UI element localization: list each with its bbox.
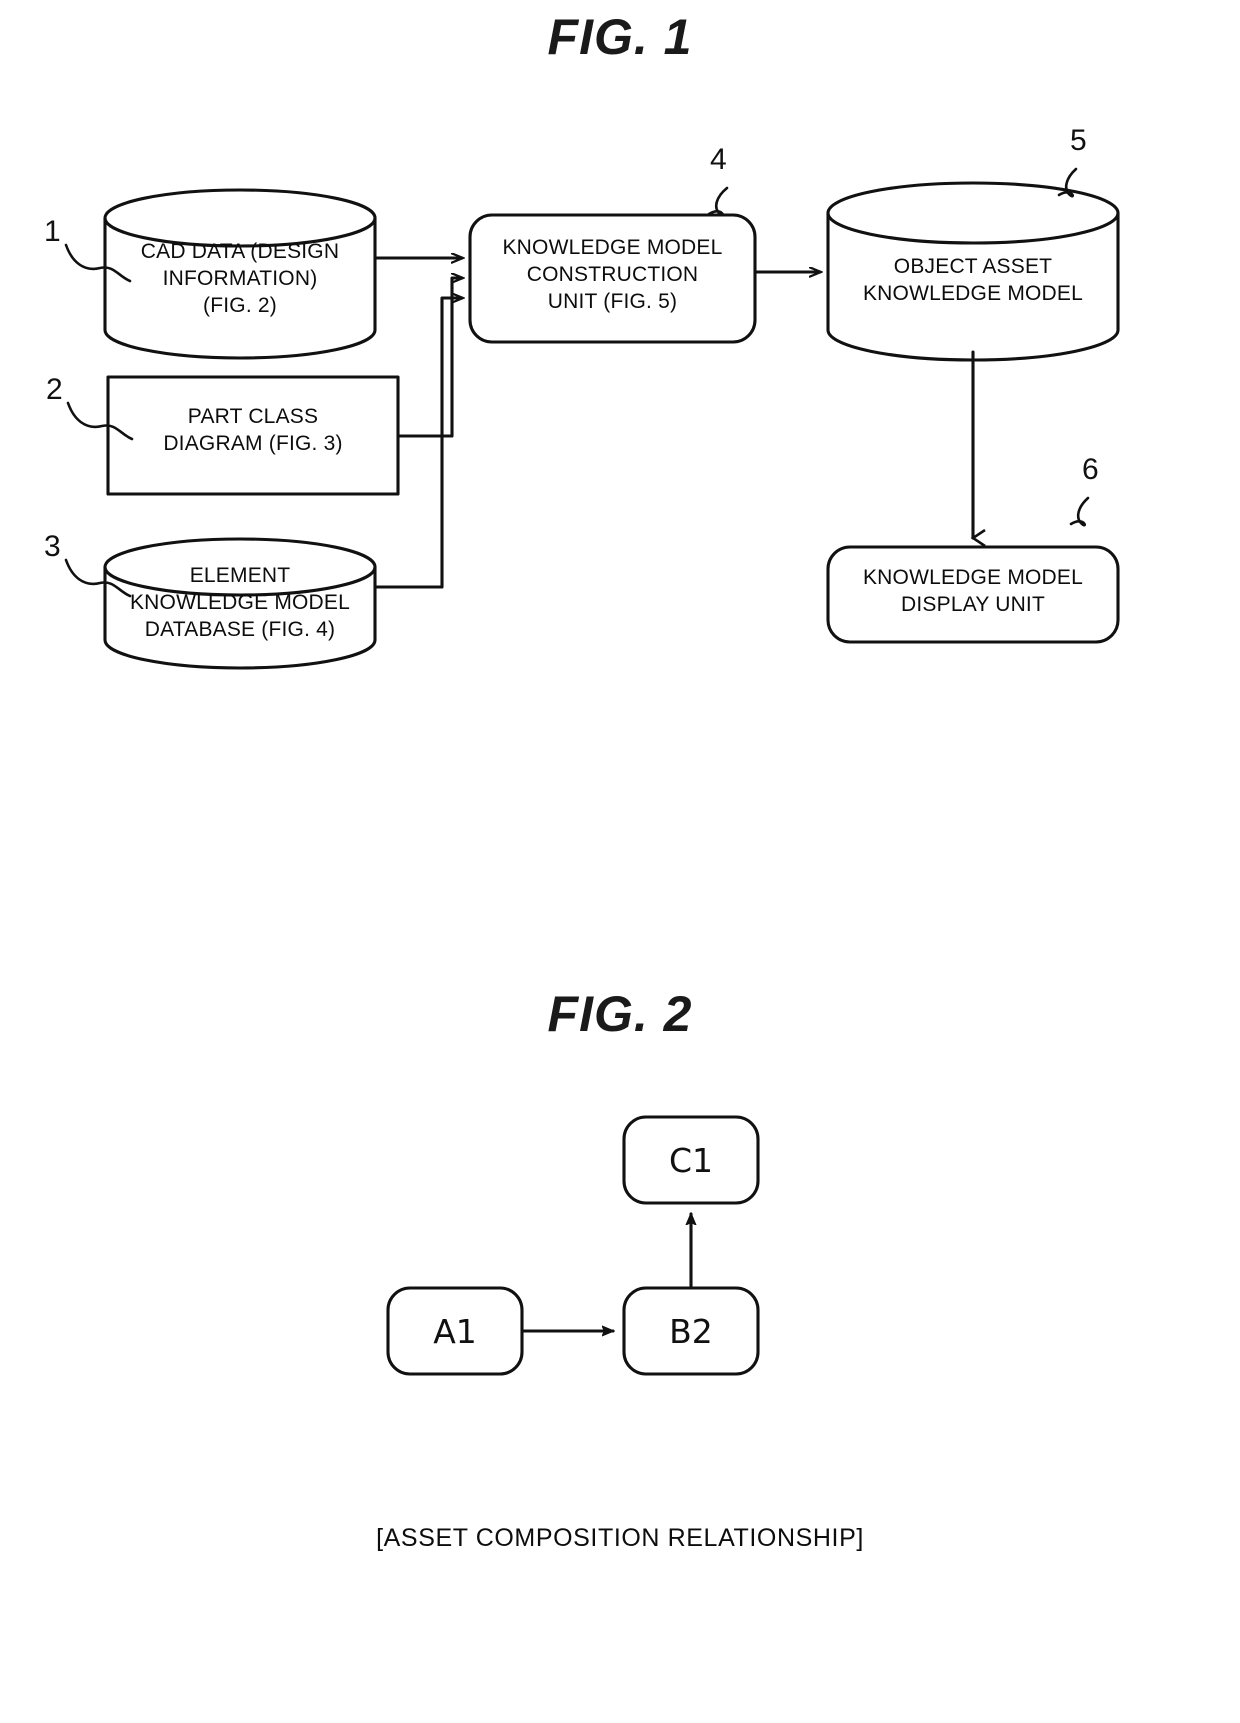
figure-2-title: FIG. 2 xyxy=(547,986,693,1042)
reference-numeral-6: 6 xyxy=(1082,453,1099,486)
reference-numeral-5: 5 xyxy=(1070,124,1087,157)
label-element-knowledge-model-database: ELEMENT KNOWLEDGE MODEL DATABASE (FIG. 4… xyxy=(129,564,351,641)
reference-numeral-2: 2 xyxy=(46,373,63,406)
figure-2-caption: [ASSET COMPOSITION RELATIONSHIP] xyxy=(376,1524,864,1552)
reference-numeral-1: 1 xyxy=(44,215,61,248)
reference-numeral-4: 4 xyxy=(710,143,727,176)
figure-1-title: FIG. 1 xyxy=(547,9,693,65)
leader-line-ref-4 xyxy=(707,186,729,217)
label-cad-data: CAD DATA (DESIGN INFORMATION) (FIG. 2) xyxy=(140,240,340,317)
leader-line-ref-5 xyxy=(1057,167,1078,198)
label-node-c1: C1 xyxy=(668,1141,714,1180)
drawing-sheet: FIG. 1 FIG. 2 CAD DATA (DESIGN INFORMATI… xyxy=(0,0,1240,1723)
edge-partclass-to-construction xyxy=(397,278,462,438)
label-knowledge-model-construction-unit: KNOWLEDGE MODEL CONSTRUCTION UNIT (FIG. … xyxy=(502,236,723,313)
label-knowledge-model-display-unit: KNOWLEDGE MODEL DISPLAY UNIT xyxy=(862,566,1084,616)
reference-numeral-3: 3 xyxy=(44,530,61,563)
label-object-asset-knowledge-model: OBJECT ASSET KNOWLEDGE MODEL xyxy=(862,255,1084,305)
label-node-a1: A1 xyxy=(433,1312,477,1351)
label-node-b2: B2 xyxy=(669,1312,713,1351)
leader-line-ref-6 xyxy=(1069,496,1090,527)
label-part-class-diagram: PART CLASS DIAGRAM (FIG. 3) xyxy=(163,405,343,455)
